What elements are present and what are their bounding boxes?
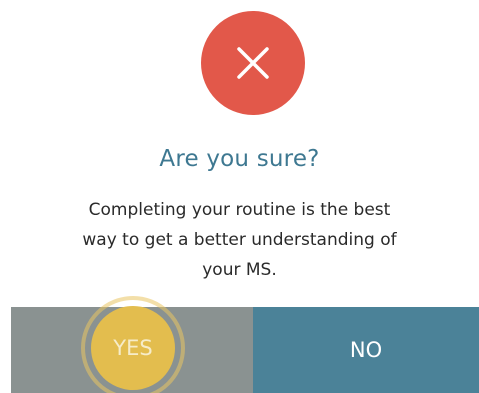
- confirm-dialog: Are you sure? Completing your routine is…: [0, 0, 479, 393]
- touch-indicator-dot: YES: [91, 306, 175, 390]
- dialog-title: Are you sure?: [159, 146, 320, 172]
- no-button[interactable]: NO: [253, 307, 479, 393]
- no-button-label: NO: [349, 338, 383, 362]
- yes-button-label: YES: [113, 336, 153, 360]
- message-line: way to get a better understanding of: [82, 230, 397, 250]
- touch-indicator: YES: [81, 296, 185, 393]
- alert-badge: [201, 11, 305, 115]
- close-icon: [233, 43, 273, 83]
- yes-button[interactable]: YES: [11, 296, 253, 393]
- message-line: your MS.: [202, 260, 277, 280]
- message-line: Completing your routine is the best: [88, 200, 391, 220]
- dialog-message: Completing your routine is the best way …: [50, 195, 429, 285]
- dialog-actions: YES NO: [11, 296, 479, 393]
